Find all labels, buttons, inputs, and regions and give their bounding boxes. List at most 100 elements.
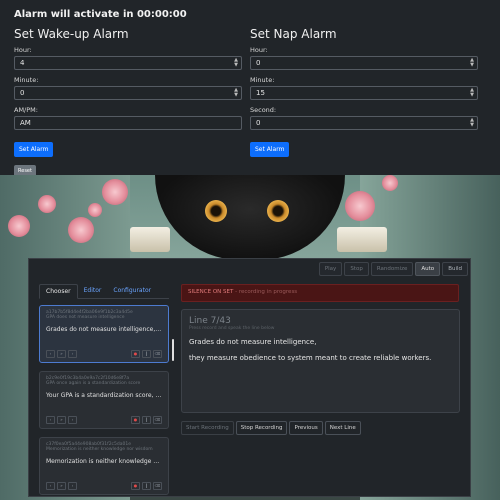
nap-minute-label: Minute: bbox=[250, 76, 275, 84]
start-recording-button[interactable]: Start Recording bbox=[181, 421, 234, 435]
arrow-icon[interactable]: » bbox=[57, 482, 66, 490]
card-subtitle: Memorization is neither knowledge nor wi… bbox=[46, 447, 153, 452]
silence-banner: SILENCE ON SET - recording in progress bbox=[181, 284, 459, 302]
card-text: Memorization is neither knowledge nor wi… bbox=[46, 458, 162, 465]
bowl-left bbox=[130, 227, 170, 252]
flower-icon bbox=[102, 179, 128, 205]
card-list: a17b7b5f8d4e4f2ba06e9f1b2c3a4d5e GPA doe… bbox=[39, 305, 171, 497]
delete-icon[interactable]: ⌫ bbox=[153, 416, 162, 424]
spinner-icon[interactable]: ▲ ▼ bbox=[470, 88, 474, 98]
card-actions-left: ‹ » › bbox=[46, 350, 77, 358]
arrow-icon[interactable]: › bbox=[68, 350, 77, 358]
banner-text: SILENCE ON SET bbox=[188, 289, 234, 295]
wakeup-title: Set Wake-up Alarm bbox=[14, 27, 129, 41]
wakeup-ampm-value: AM bbox=[20, 119, 31, 127]
flower-icon bbox=[345, 191, 375, 221]
arrow-icon[interactable]: » bbox=[57, 416, 66, 424]
auto-button[interactable]: Auto bbox=[415, 262, 441, 276]
nap-second-label: Second: bbox=[250, 106, 277, 114]
wakeup-hour-value: 4 bbox=[20, 59, 25, 67]
card-text: Grades do not measure intelligence, they… bbox=[46, 326, 162, 333]
play-button[interactable]: Play bbox=[318, 262, 343, 276]
nap-minute-value: 15 bbox=[256, 89, 265, 97]
flower-icon bbox=[8, 215, 30, 237]
tab-editor[interactable]: Editor bbox=[78, 284, 108, 298]
cat-eye-left bbox=[205, 200, 227, 222]
nap-second-input[interactable]: 0 ▲ ▼ bbox=[250, 116, 478, 130]
card-subtitle: GPA does not measure intelligence bbox=[46, 315, 125, 320]
card-actions-right: ● ‖ ⌫ bbox=[131, 350, 162, 358]
list-item[interactable]: b2c9e0f19c3b4a0e9a7c2f10d6e8f7a GPA once… bbox=[39, 371, 169, 429]
wakeup-hour-label: Hour: bbox=[14, 46, 32, 54]
card-actions-left: ‹ » › bbox=[46, 482, 77, 490]
pause-icon[interactable]: ‖ bbox=[142, 416, 151, 424]
arrow-icon[interactable]: ‹ bbox=[46, 350, 55, 358]
list-item[interactable]: c37f0ea0f5a44e908ab0f31f2c5da01e Memoriz… bbox=[39, 437, 169, 495]
line-number: Line 7/43 bbox=[189, 316, 231, 326]
nap-hour-label: Hour: bbox=[250, 46, 268, 54]
pause-icon[interactable]: ‖ bbox=[142, 482, 151, 490]
randomize-button[interactable]: Randomize bbox=[370, 262, 414, 276]
wakeup-set-alarm-button[interactable]: Set Alarm bbox=[14, 142, 54, 157]
delete-icon[interactable]: ⌫ bbox=[153, 350, 162, 358]
alarm-section: Alarm will activate in 00:00:00 Set Wake… bbox=[0, 0, 500, 177]
card-actions-right: ● ‖ ⌫ bbox=[131, 482, 162, 490]
card-subtitle: GPA once again is a standardization scor… bbox=[46, 381, 141, 386]
wakeup-ampm-label: AM/PM: bbox=[14, 106, 38, 114]
spinner-icon[interactable]: ▲ ▼ bbox=[234, 88, 238, 98]
flower-icon bbox=[68, 217, 94, 243]
arrow-icon[interactable]: › bbox=[68, 482, 77, 490]
previous-button[interactable]: Previous bbox=[289, 421, 323, 435]
card-actions-left: ‹ » › bbox=[46, 416, 77, 424]
next-line-button[interactable]: Next Line bbox=[324, 421, 361, 435]
line-hint: Press record and speak the line below bbox=[189, 326, 275, 331]
tab-bar: Chooser Editor Configurator bbox=[39, 284, 169, 299]
wakeup-minute-label: Minute: bbox=[14, 76, 39, 84]
black-cat bbox=[155, 175, 345, 260]
arrow-icon[interactable]: › bbox=[68, 416, 77, 424]
recording-controls: Start Recording Stop Recording Previous … bbox=[181, 421, 361, 435]
nap-title: Set Nap Alarm bbox=[250, 27, 337, 41]
pause-icon[interactable]: ‖ bbox=[142, 350, 151, 358]
tab-configurator[interactable]: Configurator bbox=[107, 284, 157, 298]
wakeup-ampm-input[interactable]: AM bbox=[14, 116, 242, 130]
alarm-status: Alarm will activate in 00:00:00 bbox=[14, 9, 187, 20]
nap-minute-input[interactable]: 15 ▲ ▼ bbox=[250, 86, 478, 100]
flower-icon bbox=[88, 203, 102, 217]
recorder-panel: Play Stop Randomize Auto Build Chooser E… bbox=[28, 258, 471, 497]
nap-alarm-form: Set Nap Alarm Hour: 0 ▲ ▼ Minute: 15 ▲ ▼ Sec… bbox=[250, 27, 478, 157]
arrow-icon[interactable]: » bbox=[57, 350, 66, 358]
wakeup-hour-input[interactable]: 4 ▲ ▼ bbox=[14, 56, 242, 70]
build-button[interactable]: Build bbox=[442, 262, 468, 276]
flower-icon bbox=[382, 175, 398, 191]
list-scrollbar[interactable] bbox=[172, 339, 174, 361]
banner-hint: - recording in progress bbox=[235, 289, 298, 295]
wakeup-minute-input[interactable]: 0 ▲ ▼ bbox=[14, 86, 242, 100]
flower-icon bbox=[38, 195, 56, 213]
nap-second-value: 0 bbox=[256, 119, 261, 127]
nap-hour-input[interactable]: 0 ▲ ▼ bbox=[250, 56, 478, 70]
spinner-icon[interactable]: ▲ ▼ bbox=[470, 58, 474, 68]
nap-hour-value: 0 bbox=[256, 59, 261, 67]
line-text-2: they measure obedience to system meant t… bbox=[189, 354, 432, 362]
record-icon[interactable]: ● bbox=[131, 416, 140, 424]
stop-recording-button[interactable]: Stop Recording bbox=[235, 421, 288, 435]
arrow-icon[interactable]: ‹ bbox=[46, 416, 55, 424]
top-toolbar: Play Stop Randomize Auto Build bbox=[318, 262, 468, 276]
nap-set-alarm-button[interactable]: Set Alarm bbox=[250, 142, 290, 157]
spinner-icon[interactable]: ▲ ▼ bbox=[234, 58, 238, 68]
spinner-icon[interactable]: ▲ ▼ bbox=[470, 118, 474, 128]
record-icon[interactable]: ● bbox=[131, 482, 140, 490]
line-display: Line 7/43 Press record and speak the lin… bbox=[181, 309, 460, 413]
bowl-right bbox=[337, 227, 387, 252]
tab-chooser[interactable]: Chooser bbox=[39, 284, 78, 299]
arrow-icon[interactable]: ‹ bbox=[46, 482, 55, 490]
card-actions-right: ● ‖ ⌫ bbox=[131, 416, 162, 424]
list-item[interactable]: a17b7b5f8d4e4f2ba06e9f1b2c3a4d5e GPA doe… bbox=[39, 305, 169, 363]
wakeup-alarm-form: Set Wake-up Alarm Hour: 4 ▲ ▼ Minute: 0 ▲ ▼ … bbox=[14, 27, 242, 177]
delete-icon[interactable]: ⌫ bbox=[153, 482, 162, 490]
cat-eye-right bbox=[267, 200, 289, 222]
record-icon[interactable]: ● bbox=[131, 350, 140, 358]
stop-button[interactable]: Stop bbox=[344, 262, 369, 276]
line-text-1: Grades do not measure intelligence, bbox=[189, 338, 317, 346]
